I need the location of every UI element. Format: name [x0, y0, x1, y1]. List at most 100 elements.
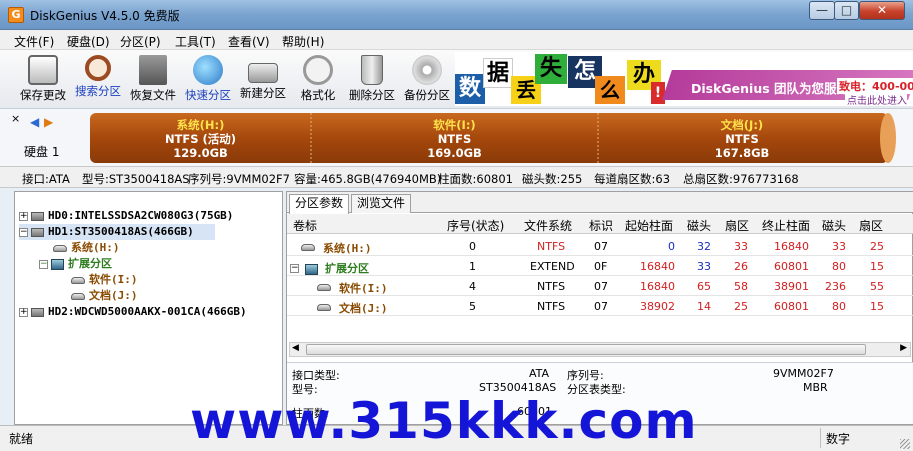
table-row[interactable]: 文档(J:) 5 NTFS 07 38902 14 25 60801 80 15 — [287, 296, 913, 316]
tree-partition-docs[interactable]: 文档(J:) — [71, 288, 138, 304]
window-title: DiskGenius V4.5.0 免费版 — [30, 9, 180, 23]
app-window: G DiskGenius V4.5.0 免费版 — □ ✕ 文件(F) 硬盘(D… — [0, 0, 913, 451]
watermark-text: www.315kkk.com — [190, 392, 698, 450]
col-end-sector[interactable]: 扇区 — [859, 217, 883, 234]
tree-disk-hd2[interactable]: + HD2:WDCWD5000AAKX-001CA(466GB) — [19, 304, 247, 320]
col-start-sector[interactable]: 扇区 — [725, 217, 749, 234]
format-button[interactable]: 格式化 — [296, 53, 340, 105]
menu-partition[interactable]: 分区(P) — [120, 33, 161, 50]
partition-name: 系统(H:) — [176, 118, 225, 132]
delete-partition-icon — [361, 55, 383, 85]
status-divider — [820, 428, 821, 448]
scroll-left-icon[interactable]: ◀ — [292, 343, 299, 353]
menu-view[interactable]: 查看(V) — [228, 33, 270, 50]
menu-tools[interactable]: 工具(T) — [175, 33, 216, 50]
tree-disk-hd1[interactable]: − HD1:ST3500418AS(466GB) — [19, 224, 215, 240]
tree-partition-system[interactable]: 系统(H:) — [53, 240, 120, 256]
disk-label: 硬盘 1 — [24, 145, 60, 159]
expand-icon[interactable]: + — [19, 307, 28, 317]
disk-serial: 序列号:9VMM02F7 — [188, 172, 290, 186]
col-end-cyl[interactable]: 终止柱面 — [762, 217, 810, 234]
tree-disk-hd0[interactable]: + HD0:INTELSSDSA2CW080G3(75GB) — [19, 208, 233, 224]
save-changes-button[interactable]: 保存更改 — [17, 53, 69, 105]
col-volume[interactable]: 卷标 — [293, 217, 317, 234]
hard-disk-icon — [31, 307, 44, 317]
table-row[interactable]: − 扩展分区 1 EXTEND 0F 16840 33 26 60801 80 … — [287, 256, 913, 276]
disk-model: 型号:ST3500418AS — [82, 172, 190, 186]
col-start-cyl[interactable]: 起始柱面 — [625, 217, 673, 234]
hard-disk-icon — [31, 227, 44, 237]
collapse-icon[interactable]: − — [19, 227, 28, 237]
next-disk-arrow-icon[interactable]: ▶ — [44, 115, 53, 129]
menu-help[interactable]: 帮助(H) — [282, 33, 324, 50]
backup-partition-button[interactable]: 备份分区 — [401, 53, 453, 105]
partition-fs: NTFS — [725, 132, 759, 146]
partition-panel: 分区参数 浏览文件 卷标 序号(状态) 文件系统 标识 起始柱面 磁头 扇区 终… — [286, 191, 913, 425]
delete-partition-button[interactable]: 删除分区 — [346, 53, 398, 105]
partition-fs: NTFS — [437, 132, 472, 146]
col-id[interactable]: 标识 — [589, 217, 613, 234]
search-partition-button[interactable]: 搜索分区 — [72, 53, 124, 105]
partition-icon — [71, 292, 85, 300]
quick-partition-icon — [193, 55, 223, 85]
horizontal-scrollbar[interactable]: ◀ ▶ — [289, 342, 911, 357]
maximize-button[interactable]: □ — [834, 1, 859, 20]
collapse-icon[interactable]: − — [39, 259, 48, 269]
partition-size: 129.0GB — [173, 146, 228, 160]
extended-partition-icon — [51, 258, 64, 270]
promo-banner[interactable]: 数 据 丢 失 怎 么 办 ! DiskGenius 团队为您服务 致电：400… — [455, 52, 913, 106]
new-partition-button[interactable]: 新建分区 — [237, 53, 289, 105]
expand-icon[interactable]: + — [19, 211, 28, 221]
recover-files-button[interactable]: 恢复文件 — [127, 53, 179, 105]
search-partition-icon — [85, 55, 111, 81]
detail-table-type-value: MBR — [803, 381, 828, 394]
tree-partition-extended[interactable]: − 扩展分区 — [39, 256, 112, 272]
partition-block-system[interactable]: 系统(H:) NTFS (活动) 129.0GB — [90, 118, 311, 160]
resize-grip-icon[interactable] — [900, 439, 910, 449]
tab-partition-params[interactable]: 分区参数 — [289, 194, 350, 214]
partition-block-docs[interactable]: 文档(J:) NTFS 167.8GB — [598, 118, 886, 160]
disk-heads: 磁头数:255 — [522, 172, 583, 186]
scroll-thumb[interactable] — [306, 344, 866, 355]
banner-link[interactable]: 点击此处进入 — [845, 92, 907, 106]
col-filesystem[interactable]: 文件系统 — [524, 217, 572, 234]
status-text: 就绪 — [9, 432, 34, 446]
disk-info-bar: 接口:ATA 型号:ST3500418AS 序列号:9VMM02F7 容量:46… — [0, 166, 913, 188]
prev-disk-arrow-icon[interactable]: ◀ — [30, 115, 39, 129]
menu-bar: 文件(F) 硬盘(D) 分区(P) 工具(T) 查看(V) 帮助(H) — [0, 30, 913, 50]
quick-partition-button[interactable]: 快速分区 — [182, 53, 234, 105]
partition-block-software[interactable]: 软件(I:) NTFS 169.0GB — [311, 118, 598, 160]
tab-browse-files[interactable]: 浏览文件 — [351, 194, 412, 213]
menu-disk[interactable]: 硬盘(D) — [67, 33, 110, 50]
partition-icon — [53, 244, 67, 252]
disk-sectors-per-track: 每道扇区数:63 — [594, 172, 671, 186]
recover-file-icon — [139, 55, 167, 85]
menu-file[interactable]: 文件(F) — [14, 33, 54, 50]
minimize-button[interactable]: — — [809, 1, 835, 20]
table-header: 卷标 序号(状态) 文件系统 标识 起始柱面 磁头 扇区 终止柱面 磁头 扇区 — [287, 214, 913, 234]
new-partition-icon — [248, 63, 278, 83]
disk-tree: + HD0:INTELSSDSA2CW080G3(75GB) − HD1:ST350… — [14, 191, 283, 425]
col-index[interactable]: 序号(状态) — [447, 217, 504, 234]
disk-capacity: 容量:465.8GB(476940MB) — [294, 172, 442, 186]
banner-tile: 数 — [455, 74, 485, 104]
col-end-head[interactable]: 磁头 — [822, 217, 846, 234]
partition-fs: NTFS (活动) — [164, 132, 237, 146]
partition-size: 169.0GB — [427, 146, 482, 160]
app-logo-icon: G — [8, 7, 24, 23]
close-button[interactable]: ✕ — [859, 1, 905, 20]
tree-partition-software[interactable]: 软件(I:) — [71, 272, 138, 288]
partition-size: 167.8GB — [714, 146, 770, 160]
numlock-indicator: 数字 — [826, 432, 851, 446]
scroll-right-icon[interactable]: ▶ — [900, 343, 907, 353]
disk-map-close-icon[interactable]: × — [11, 112, 20, 125]
table-row[interactable]: 系统(H:) 0 NTFS 07 0 32 33 16840 33 25 — [287, 236, 913, 256]
col-start-head[interactable]: 磁头 — [687, 217, 711, 234]
format-icon — [303, 55, 333, 85]
disk-cylinders: 柱面数:60801 — [438, 172, 513, 186]
table-row[interactable]: 软件(I:) 4 NTFS 07 16840 65 58 38901 236 5… — [287, 276, 913, 296]
detail-serial-value: 9VMM02F7 — [773, 367, 834, 380]
partition-name: 软件(I:) — [433, 118, 476, 132]
disk-interface: 接口:ATA — [22, 172, 70, 186]
banner-tile: ! — [651, 82, 665, 104]
